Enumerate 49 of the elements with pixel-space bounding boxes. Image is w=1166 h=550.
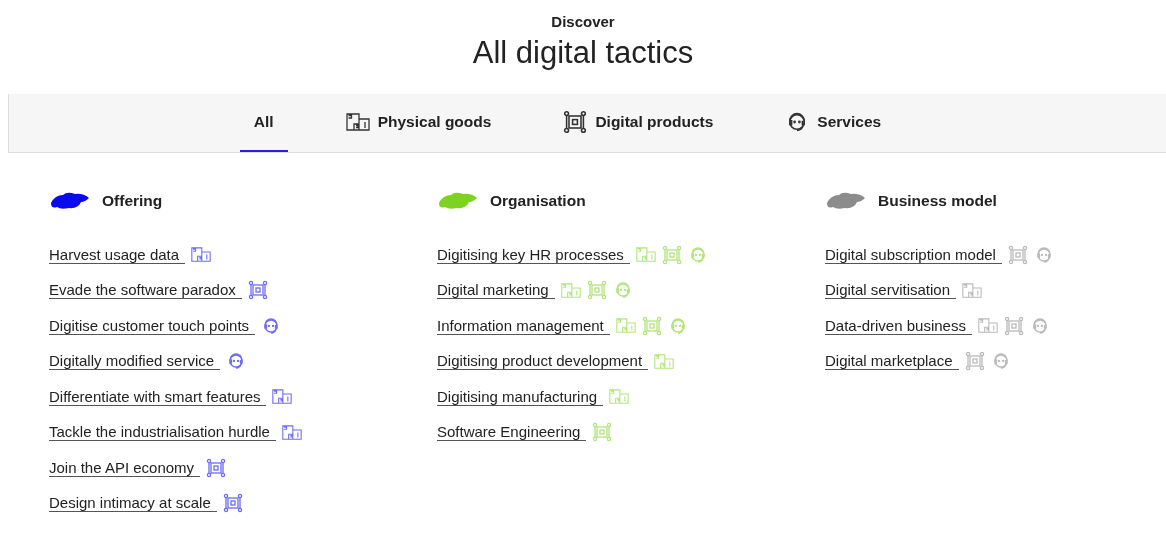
tactic-link[interactable]: Tackle the industrialisation hurdle — [49, 423, 276, 442]
chip-icon — [247, 280, 268, 301]
eyebrow-label: Discover — [551, 13, 615, 30]
chip-icon — [1003, 315, 1024, 336]
tactic-link[interactable]: Digital marketplace — [825, 352, 959, 371]
filter-tab[interactable]: Services — [771, 94, 896, 152]
tactic-link[interactable]: Digital servitisation — [825, 281, 957, 300]
chip-icon — [222, 493, 243, 514]
chip-icon — [964, 351, 985, 372]
tactic-link[interactable]: Software Engineering — [437, 423, 587, 442]
page-title: All digital tactics — [472, 35, 694, 71]
box-icon — [615, 318, 636, 334]
box-icon — [635, 247, 656, 263]
filter-tab[interactable]: Physical goods — [331, 94, 506, 152]
box-icon — [654, 353, 675, 369]
tactic-link[interactable]: Evade the software paradox — [49, 281, 242, 300]
tactic-link[interactable]: Digitise customer touch points — [49, 316, 256, 335]
chip-icon — [1007, 244, 1028, 265]
tactic-link[interactable]: Design intimacy at scale — [49, 494, 217, 513]
box-icon — [977, 318, 998, 334]
tactic-link[interactable]: Join the API economy — [49, 458, 201, 477]
filter-tab[interactable]: All — [239, 94, 288, 152]
tactic-link[interactable]: Digital marketing — [437, 281, 555, 300]
category-heading: Business model — [878, 192, 997, 210]
tactic-link[interactable]: Digitising manufacturing — [437, 387, 604, 406]
tactic-link[interactable]: Digital subscription model — [825, 245, 1002, 264]
box-icon — [191, 247, 212, 263]
box-icon — [560, 282, 581, 298]
tactic-link[interactable]: Digitally modified service — [49, 352, 221, 371]
filter-tab[interactable]: Digital products — [549, 94, 728, 152]
chip-icon — [641, 315, 662, 336]
box-icon — [962, 282, 983, 298]
category-heading: Organisation — [490, 192, 586, 210]
tactic-link[interactable]: Information management — [437, 316, 610, 335]
box-icon — [609, 389, 630, 405]
chip-icon — [592, 422, 613, 443]
tactic-link[interactable]: Digitising product development — [437, 352, 649, 371]
tactic-link[interactable]: Data-driven business — [825, 316, 972, 335]
box-icon — [272, 389, 293, 405]
chip-icon — [563, 110, 588, 134]
tactic-link[interactable]: Differentiate with smart features — [49, 387, 267, 406]
category-heading: Offering — [102, 192, 163, 210]
tactic-link[interactable]: Harvest usage data — [49, 245, 186, 264]
box-icon — [281, 424, 302, 440]
box-icon — [345, 113, 370, 131]
chip-icon — [206, 457, 227, 478]
tactic-link[interactable]: Digitising key HR processes — [437, 245, 630, 264]
chip-icon — [661, 244, 682, 265]
chip-icon — [586, 280, 607, 301]
